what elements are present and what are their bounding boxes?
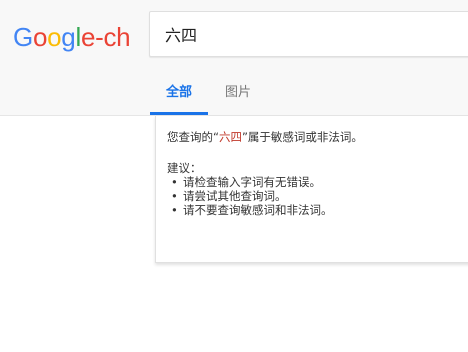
logo-letter: G (13, 22, 33, 52)
logo-letter: e (80, 22, 96, 52)
suggestions-title: 建议： (167, 161, 202, 175)
logo[interactable]: Google-ch (13, 20, 131, 54)
notice-query: 六四 (218, 130, 242, 144)
suggestions-list: 请检查输入字词有无错误。 请尝试其他查询词。 请不要查询敏感词和非法词。 (167, 175, 468, 217)
notice-prefix: 您查询的“ (167, 130, 219, 144)
tab-images[interactable]: 图片 (216, 74, 260, 114)
search-box (149, 11, 468, 57)
suggestion-item: 请不要查询敏感词和非法词。 (167, 203, 468, 217)
tab-all[interactable]: 全部 (150, 74, 208, 115)
logo-letter: o (47, 22, 62, 52)
logo-suffix: -ch (95, 22, 131, 52)
notice-message: 您查询的“六四”属于敏感词或非法词。 (167, 130, 468, 144)
search-input[interactable] (150, 12, 468, 56)
header: Google-ch 全部 图片 (0, 0, 468, 116)
notice-suffix: ”属于敏感词或非法词。 (241, 130, 363, 144)
suggestion-item: 请检查输入字词有无错误。 (167, 175, 468, 189)
logo-letter: g (61, 22, 76, 52)
logo-letter: o (32, 22, 48, 52)
sensitive-query-notice: 您查询的“六四”属于敏感词或非法词。 建议： 请检查输入字词有无错误。 请尝试其… (155, 116, 468, 263)
suggestion-item: 请尝试其他查询词。 (167, 189, 468, 203)
